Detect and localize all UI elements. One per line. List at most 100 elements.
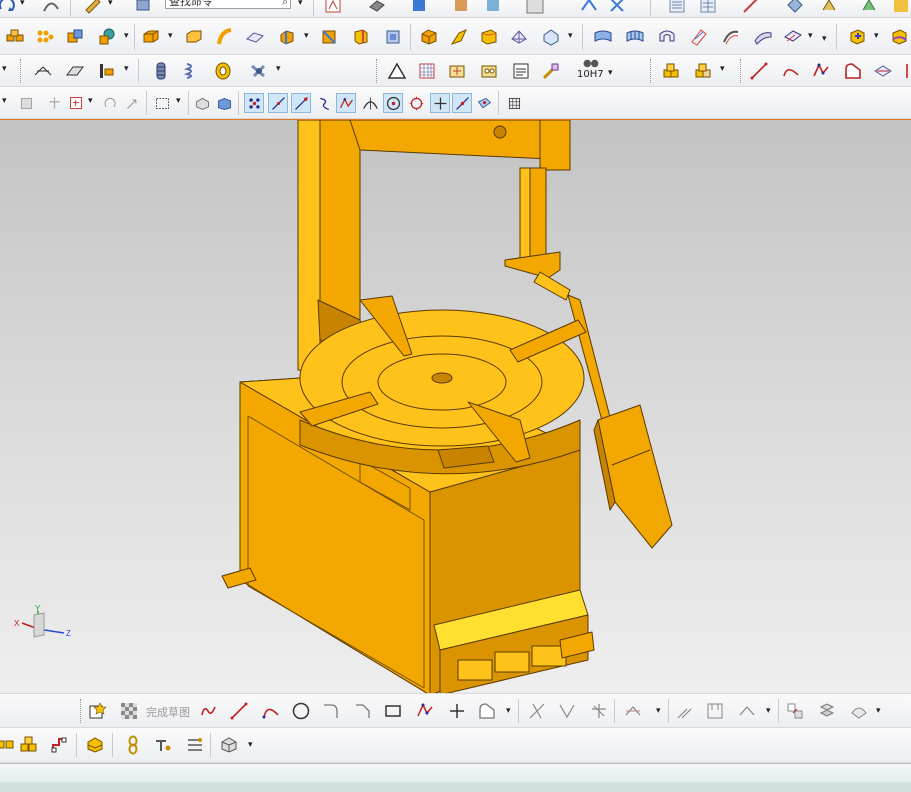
mesh-icon[interactable] (508, 26, 530, 48)
loft-icon[interactable] (64, 60, 86, 82)
studio-spline-icon[interactable] (476, 700, 498, 722)
sweep-icon[interactable] (214, 26, 236, 48)
surface-icon[interactable] (752, 26, 774, 48)
mirror-icon[interactable] (622, 700, 644, 722)
sequence-icon[interactable] (152, 734, 174, 756)
assembly-icon[interactable] (858, 0, 880, 16)
line-icon[interactable] (900, 60, 911, 82)
pattern-icon[interactable] (34, 26, 56, 48)
chevron-down-icon[interactable]: ▾ (568, 31, 573, 41)
extend-icon[interactable] (556, 700, 578, 722)
layer-icon[interactable] (132, 0, 154, 16)
feature-icon[interactable] (40, 0, 62, 16)
quadrant-icon[interactable] (406, 93, 426, 113)
tolerance-icon[interactable]: 10H7 (576, 57, 606, 84)
chevron-down-icon[interactable]: ▾ (168, 31, 173, 41)
link-icon[interactable] (122, 734, 144, 756)
extrude-icon[interactable] (140, 26, 162, 48)
draft-icon[interactable] (382, 26, 404, 48)
chevron-down-icon[interactable]: ▾ (822, 34, 827, 44)
chevron-down-icon[interactable]: ▾ (766, 706, 771, 716)
chevron-down-icon[interactable]: ▾ (176, 96, 181, 106)
render-icon[interactable] (890, 0, 911, 16)
line-tool-icon[interactable] (32, 60, 54, 82)
table-icon[interactable] (697, 0, 719, 16)
snap-rotate-icon[interactable] (100, 93, 120, 113)
chevron-down-icon[interactable]: ▾ (2, 64, 7, 74)
filter-icon[interactable] (16, 93, 36, 113)
grid-snap-icon[interactable] (504, 93, 524, 113)
group-icon[interactable] (18, 734, 40, 756)
snap-move-icon[interactable] (122, 93, 142, 113)
finish-sketch-button[interactable] (118, 700, 140, 722)
note-icon[interactable] (478, 60, 500, 82)
wrap-icon[interactable] (720, 26, 742, 48)
offset-curve-icon[interactable] (674, 700, 696, 722)
polyline-icon[interactable] (810, 60, 832, 82)
chevron-down-icon[interactable]: ▾ (108, 0, 113, 8)
tire-changer-model[interactable] (0, 120, 911, 694)
box-stack-icon[interactable] (660, 60, 682, 82)
tangent-icon[interactable] (336, 93, 356, 113)
constraint-icon[interactable] (736, 700, 758, 722)
list-icon[interactable] (666, 0, 688, 16)
shell-icon[interactable] (350, 26, 372, 48)
block-array-icon[interactable] (4, 26, 26, 48)
assembly-icon[interactable] (784, 0, 806, 16)
chevron-down-icon[interactable]: ▾ (304, 31, 309, 41)
pattern-icon[interactable] (704, 700, 726, 722)
profile-icon[interactable] (842, 60, 864, 82)
arc-icon[interactable] (780, 60, 802, 82)
chevron-down-icon[interactable]: ▾ (298, 0, 303, 8)
coil-icon[interactable] (150, 60, 172, 82)
view-icon[interactable] (322, 0, 344, 16)
render-icon[interactable] (408, 0, 430, 16)
trim-icon[interactable] (526, 700, 548, 722)
sketch-icon[interactable] (82, 0, 104, 16)
graphics-window[interactable]: Y Z X (0, 119, 911, 694)
chevron-down-icon[interactable]: ▾ (506, 706, 511, 716)
circle-icon[interactable] (290, 700, 312, 722)
center-icon[interactable] (291, 93, 311, 113)
snap-icon[interactable] (606, 0, 628, 16)
paint-icon[interactable] (540, 60, 562, 82)
box-stack-alt-icon[interactable] (692, 60, 714, 82)
on-face-icon[interactable] (474, 93, 494, 113)
component-icon[interactable] (184, 734, 206, 756)
chevron-down-icon[interactable]: ▾ (874, 31, 879, 41)
search-icon[interactable]: ⌕ (282, 0, 288, 8)
polygon-icon[interactable] (414, 700, 436, 722)
align-icon[interactable] (0, 734, 16, 756)
line-icon[interactable] (748, 60, 770, 82)
curve-network-icon[interactable] (540, 26, 562, 48)
profile-icon[interactable] (198, 700, 220, 722)
intersect-icon[interactable] (360, 93, 380, 113)
rotate-icon[interactable] (0, 0, 18, 16)
chevron-down-icon[interactable]: ▾ (2, 96, 7, 106)
cube-solid-icon[interactable] (214, 93, 234, 113)
blend-icon[interactable] (318, 26, 340, 48)
chevron-down-icon[interactable]: ▾ (608, 68, 613, 78)
measure-icon[interactable] (740, 0, 762, 16)
silhouette-icon[interactable] (688, 26, 710, 48)
endpoint-icon[interactable] (244, 93, 264, 113)
component-icon[interactable] (846, 26, 868, 48)
dimension-icon[interactable] (446, 60, 468, 82)
trim-icon[interactable] (418, 26, 440, 48)
midpoint-icon[interactable] (268, 93, 288, 113)
arc-snap-icon[interactable] (314, 93, 334, 113)
ribbon-icon[interactable] (872, 60, 894, 82)
auto-dimension-icon[interactable] (816, 700, 838, 722)
chevron-down-icon[interactable]: ▾ (276, 64, 281, 74)
subtract-icon[interactable] (96, 26, 118, 48)
revolve-icon[interactable] (183, 26, 205, 48)
chamfer-icon[interactable] (276, 26, 298, 48)
snap-icon[interactable] (818, 0, 840, 16)
search-input[interactable]: 查找命令 ⌕ (165, 0, 291, 9)
fillet-icon[interactable] (320, 700, 342, 722)
through-curves-icon[interactable] (592, 26, 614, 48)
pin-icon[interactable] (248, 60, 270, 82)
face-blend-icon[interactable] (656, 26, 678, 48)
cube-icon[interactable] (192, 93, 212, 113)
display-constraint-icon[interactable] (848, 700, 870, 722)
